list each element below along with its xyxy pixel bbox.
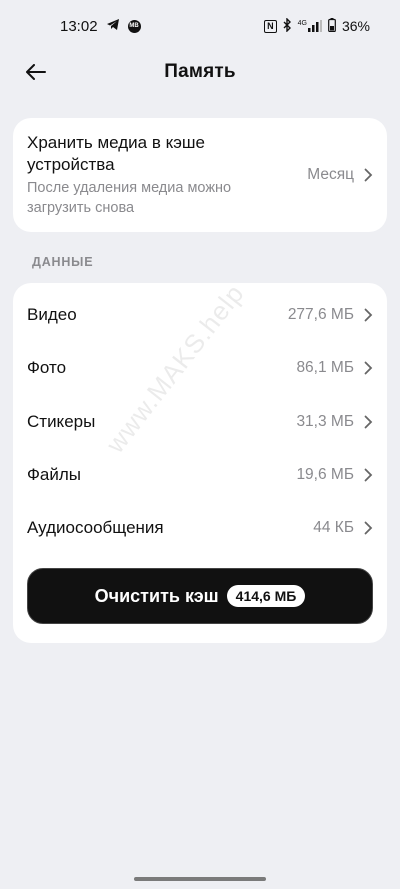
- chevron-right-icon: [364, 308, 373, 321]
- status-left: 13:02 MB: [60, 18, 141, 35]
- data-row-value: 31,3 МБ: [296, 413, 373, 431]
- data-row-label: Файлы: [27, 464, 82, 484]
- data-row-label: Видео: [27, 304, 77, 324]
- data-row-label: Аудиосообщения: [27, 517, 164, 537]
- data-row-size: 19,6 МБ: [296, 465, 354, 483]
- clear-cache-size-badge: 414,6 МБ: [226, 585, 306, 607]
- battery-icon: [328, 17, 336, 35]
- data-row-value: 277,6 МБ: [288, 306, 373, 324]
- chevron-right-icon: [364, 521, 373, 534]
- data-card: Видео 277,6 МБ Фото 86,1 МБ Стикеры 31,3…: [13, 283, 387, 643]
- chevron-right-icon: [364, 415, 373, 428]
- signal-icon: 4G: [298, 20, 322, 32]
- data-row-label: Фото: [27, 357, 67, 377]
- cache-text: Хранить медиа в кэше устройства После уд…: [27, 132, 277, 218]
- data-row-value: 19,6 МБ: [296, 466, 373, 484]
- data-row-label: Стикеры: [27, 411, 96, 431]
- status-bar: 13:02 MB N 4G 36%: [0, 0, 400, 52]
- cache-value: Месяц: [307, 166, 354, 183]
- data-row-voice-messages[interactable]: Аудиосообщения 44 КБ: [27, 501, 373, 554]
- header: Память: [0, 52, 400, 92]
- status-time: 13:02: [60, 17, 98, 35]
- cache-subtitle: После удаления медиа можно загрузить сно…: [27, 180, 232, 216]
- bluetooth-icon: [283, 16, 292, 35]
- data-row-size: 31,3 МБ: [296, 412, 354, 430]
- cache-duration-row[interactable]: Хранить медиа в кэше устройства После уд…: [27, 132, 373, 218]
- telegram-icon: [106, 18, 120, 35]
- chevron-right-icon: [364, 361, 373, 374]
- status-right: N 4G 36%: [264, 16, 370, 35]
- data-row-size: 86,1 МБ: [296, 358, 354, 376]
- data-row-stickers[interactable]: Стикеры 31,3 МБ: [27, 395, 373, 448]
- cache-setting-card: Хранить медиа в кэше устройства После уд…: [13, 118, 387, 232]
- cache-title: Хранить медиа в кэше устройства: [27, 133, 206, 174]
- data-row-size: 44 КБ: [313, 518, 354, 536]
- home-indicator[interactable]: [134, 877, 266, 881]
- cache-value-group: Месяц: [307, 166, 373, 184]
- notification-badge-icon: MB: [127, 19, 141, 33]
- page-title: Память: [164, 61, 236, 82]
- data-row-files[interactable]: Файлы 19,6 МБ: [27, 448, 373, 501]
- chevron-right-icon: [364, 468, 373, 481]
- data-row-photo[interactable]: Фото 86,1 МБ: [27, 341, 373, 394]
- data-row-video[interactable]: Видео 277,6 МБ: [27, 288, 373, 341]
- chevron-right-icon: [364, 168, 373, 182]
- battery-percent: 36%: [341, 18, 370, 34]
- section-label-data: ДАННЫЕ: [32, 255, 94, 269]
- data-row-value: 44 КБ: [313, 519, 373, 537]
- network-type: 4G: [297, 20, 307, 27]
- data-row-value: 86,1 МБ: [296, 359, 373, 377]
- data-row-size: 277,6 МБ: [287, 305, 354, 323]
- clear-cache-label: Очистить кэш: [94, 585, 219, 606]
- clear-cache-button[interactable]: Очистить кэш 414,6 МБ: [27, 568, 373, 624]
- nfc-icon: N: [264, 19, 277, 33]
